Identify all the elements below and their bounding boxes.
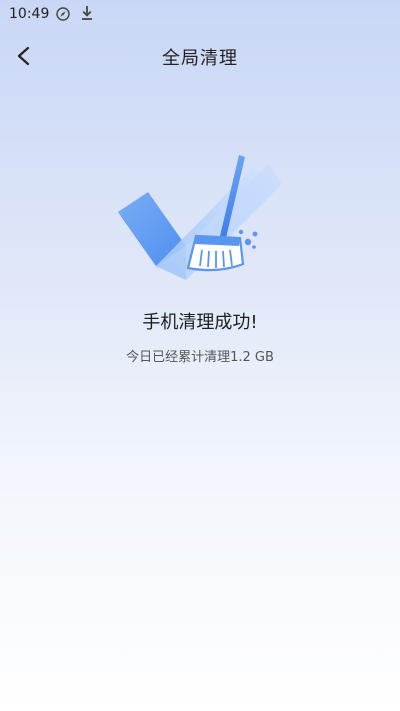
header-bar: 全局清理	[0, 34, 400, 78]
download-icon	[82, 6, 92, 20]
compass-icon	[56, 7, 70, 21]
cleanup-result-screen: 10:49 全局清理 手机清理成功! 今日已经累计清理1.2 GB	[0, 0, 400, 711]
cleaned-total-text: 今日已经累计清理1.2 GB	[126, 350, 274, 365]
success-title: 手机清理成功!	[142, 312, 258, 333]
status-time: 10:49	[9, 6, 50, 22]
broom-checkmark-icon	[118, 155, 282, 280]
status-bar: 10:49	[0, 0, 400, 28]
page-title: 全局清理	[162, 48, 238, 69]
